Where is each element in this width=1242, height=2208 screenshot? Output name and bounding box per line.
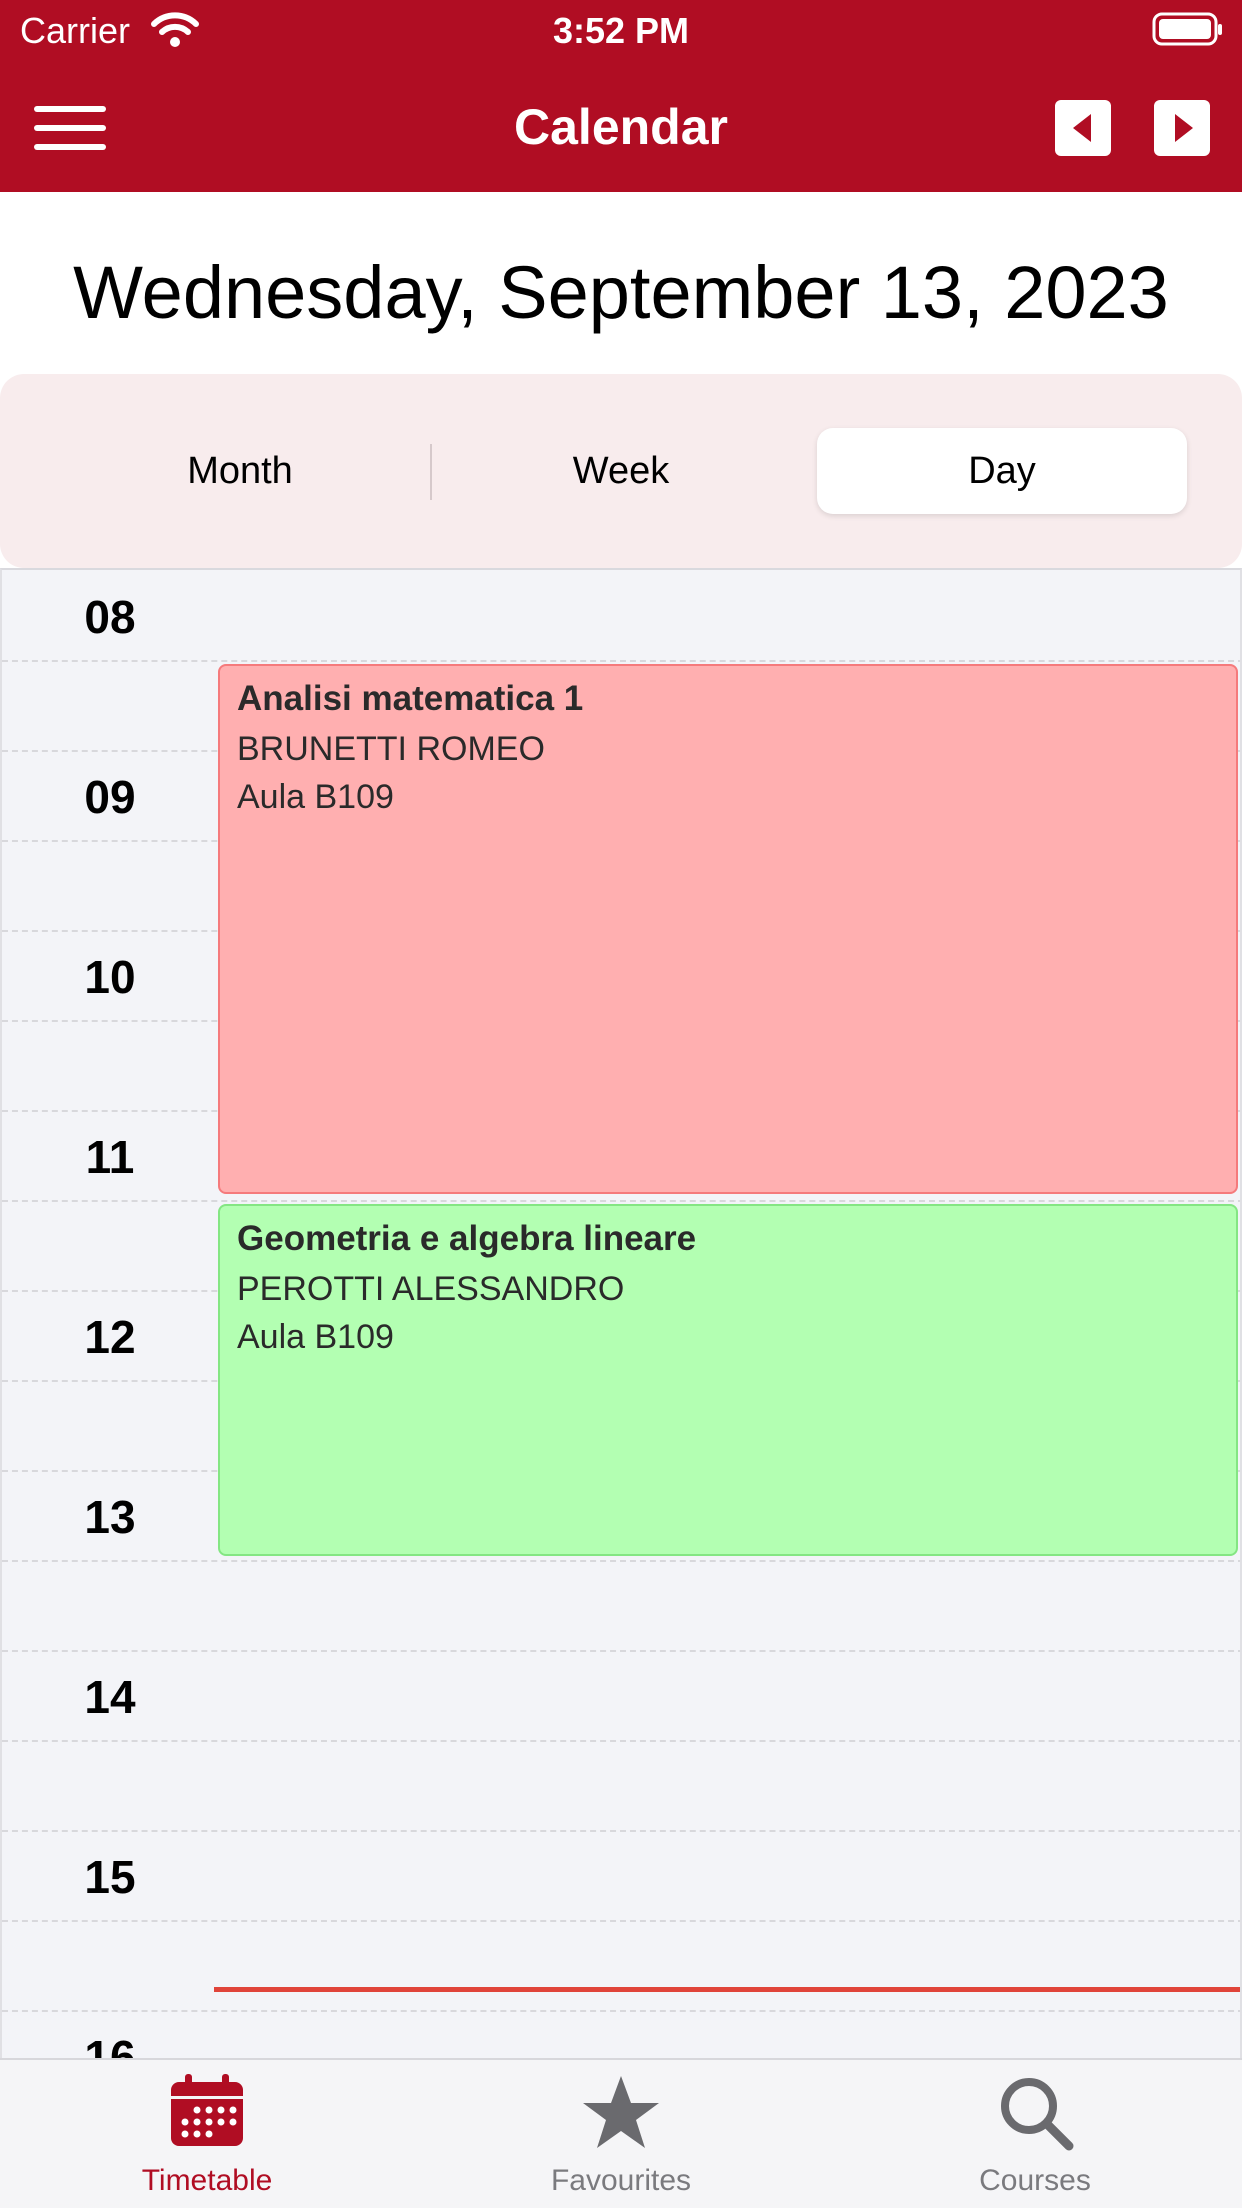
segment-divider [430,444,432,500]
hour-label: 09 [84,771,136,823]
hour-label: 10 [84,951,136,1003]
calendar-icon [171,2074,243,2146]
event-analisi-matematica[interactable]: Analisi matematica 1 BRUNETTI ROMEO Aula… [218,664,1238,1194]
event-geometria-algebra[interactable]: Geometria e algebra lineare PEROTTI ALES… [218,1204,1238,1556]
status-time: 3:52 PM [552,10,690,51]
hour-label: 11 [85,1131,135,1183]
tab-label: Favourites [550,2164,692,2197]
tab-bar: Timetable Favourites Courses [0,2058,1242,2208]
star-icon [583,2076,659,2148]
search-icon [1001,2078,1074,2151]
previous-day-button[interactable] [1055,100,1111,156]
hour-label: 16 [84,2031,136,2058]
view-mode-segmented-control: Month Week Day [0,374,1242,568]
event-teacher: BRUNETTI ROMEO [237,730,545,768]
event-teacher: PEROTTI ALESSANDRO [237,1270,625,1308]
segment-day[interactable]: Day [817,428,1187,514]
grid-line [2,660,1240,662]
event-title: Geometria e algebra lineare [237,1219,697,1258]
triangle-left-icon [1073,114,1091,142]
grid-line [2,1560,1240,1562]
grid-line [2,1650,1240,1652]
tab-timetable[interactable]: Timetable [0,2060,414,2208]
navigation-bar: Calendar [0,62,1242,192]
hour-label: 13 [84,1491,136,1543]
hour-label: 08 [84,591,136,643]
top-bar: Carrier 3:52 PM Calendar [0,0,1242,192]
status-bar: Carrier 3:52 PM [0,0,1242,62]
hour-label: 14 [84,1671,136,1723]
date-heading: Wednesday, September 13, 2023 [73,251,1169,334]
next-day-button[interactable] [1154,100,1210,156]
hour-label: 15 [84,1851,136,1903]
day-timeline[interactable]: 08 09 10 11 12 13 14 15 16 Analisi matem… [0,568,1242,2058]
tab-label: Timetable [141,2164,273,2197]
battery-icon [1152,12,1224,48]
triangle-right-icon [1175,114,1193,142]
tab-favourites[interactable]: Favourites [414,2060,828,2208]
grid-line [2,1200,1240,1202]
grid-line [2,1920,1240,1922]
segment-week[interactable]: Week [436,428,806,514]
tab-label: Courses [979,2164,1091,2197]
grid-line [2,1830,1240,1832]
grid-line [2,1740,1240,1742]
event-title: Analisi matematica 1 [237,679,584,718]
tab-courses[interactable]: Courses [828,2060,1242,2208]
segment-month[interactable]: Month [55,428,425,514]
grid-line [2,2010,1240,2012]
hour-label: 12 [84,1311,136,1363]
event-room: Aula B109 [237,778,394,816]
current-time-indicator [214,1987,1240,1992]
event-room: Aula B109 [237,1318,394,1356]
